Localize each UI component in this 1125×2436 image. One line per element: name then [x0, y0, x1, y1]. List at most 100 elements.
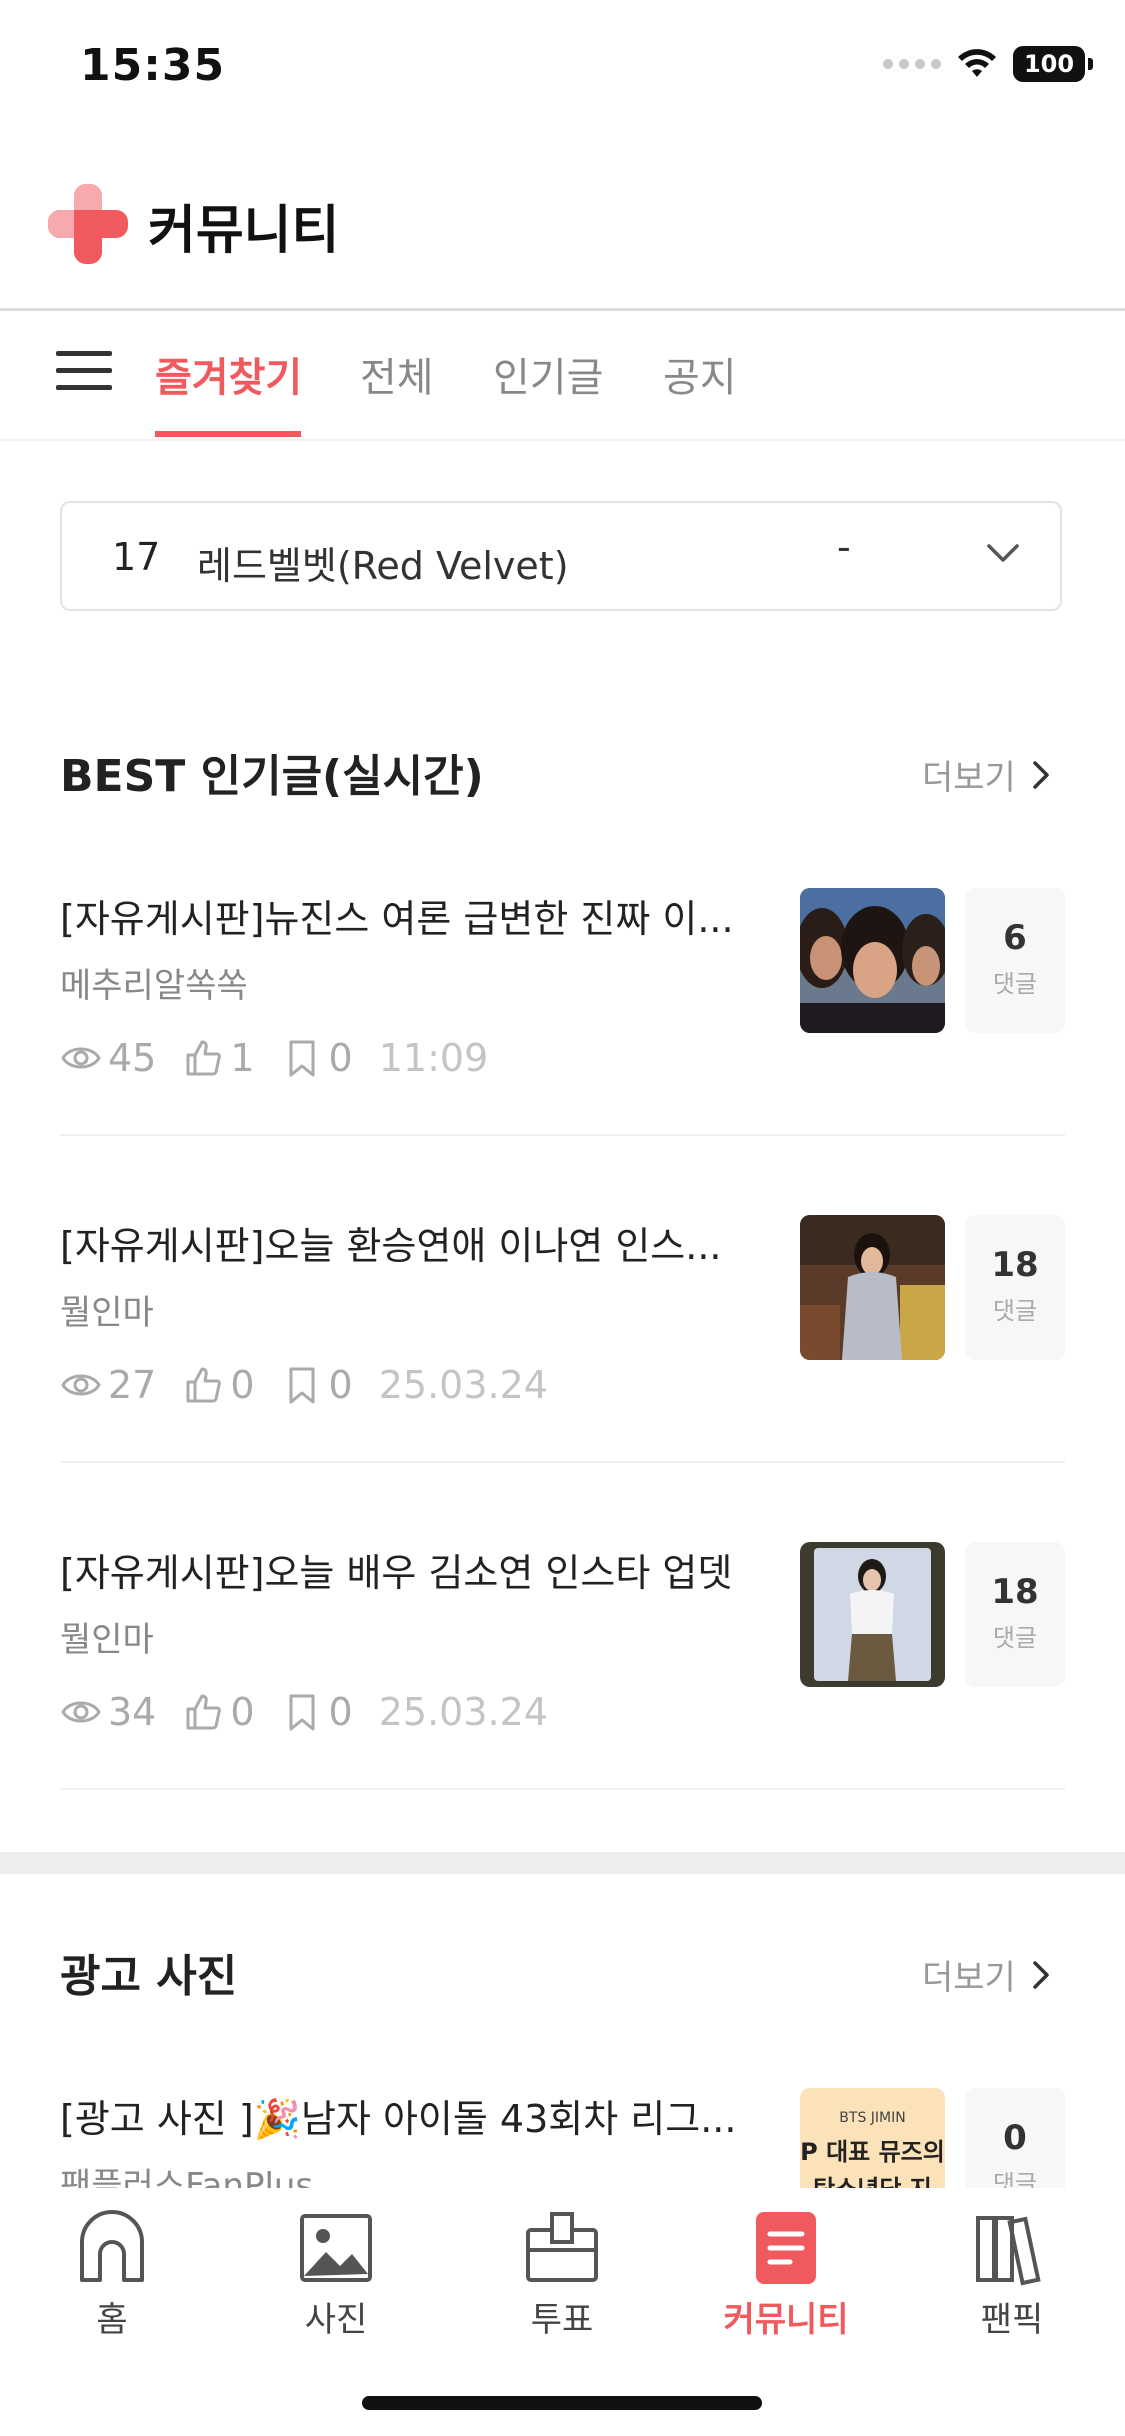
post-item[interactable]: [자유게시판]오늘 배우 김소연 인스타 업뎃 뭘인마 34 0 0 25.03…: [60, 1542, 1065, 1842]
page: 15:35 100 커뮤니티 즐겨찾기 전체 인기글 공지 17 레드벨벳(Re…: [0, 0, 1125, 2436]
post-divider: [60, 1788, 1065, 1790]
status-indicators: 100: [883, 46, 1093, 82]
ad-section-title: 광고 사진: [60, 1951, 238, 2002]
post-stats: 45 1 0 11:09: [60, 1036, 488, 1080]
bookmarks-stat: 0: [281, 1363, 353, 1407]
active-tab-indicator: [155, 431, 301, 437]
vote-icon: [526, 2212, 598, 2282]
post-time: 11:09: [378, 1036, 489, 1080]
thumbs-up-icon: [186, 1694, 222, 1730]
chevron-right-icon: [1033, 1960, 1049, 1989]
more-label: 더보기: [922, 1958, 1016, 1998]
comment-label: 댓글: [992, 1297, 1038, 1325]
ad-more-link[interactable]: 더보기: [922, 1950, 1050, 1999]
section-separator: [0, 1852, 1125, 1874]
comment-count-box: 18 댓글: [965, 1215, 1065, 1360]
comment-count: 18: [991, 1245, 1039, 1285]
bookmarks-stat: 0: [281, 1036, 353, 1080]
app-header: 커뮤니티: [0, 160, 1125, 310]
wifi-icon: [958, 49, 996, 77]
tab-favorites[interactable]: 즐겨찾기: [155, 345, 302, 403]
tab-bar: 즐겨찾기 전체 인기글 공지: [0, 311, 1125, 441]
comment-label: 댓글: [992, 970, 1038, 998]
likes-stat: 0: [182, 1363, 255, 1407]
post-title: [자유게시판]오늘 환승연애 이나연 인스...: [60, 1224, 722, 1268]
post-time: 25.03.24: [378, 1690, 548, 1734]
battery-icon: 100: [1013, 46, 1093, 82]
tab-all[interactable]: 전체: [360, 345, 434, 403]
chevron-down-icon: [987, 544, 1019, 562]
nav-fanfic[interactable]: 팬픽: [942, 2208, 1082, 2341]
eye-icon: [61, 1701, 101, 1723]
views-stat: 34: [60, 1690, 156, 1734]
comment-count: 6: [1003, 918, 1027, 958]
selector-rank: 17: [112, 535, 161, 579]
likes-count: 1: [230, 1036, 255, 1080]
nav-label: 홈: [96, 2300, 128, 2340]
nav-home[interactable]: 홈: [42, 2208, 182, 2341]
views-stat: 45: [60, 1036, 156, 1080]
thumbnail-text: BTS JIMIN: [839, 2110, 906, 2126]
home-icon: [80, 2210, 144, 2282]
bookmarks-count: 0: [328, 1363, 353, 1407]
nav-community[interactable]: 커뮤니티: [716, 2208, 856, 2341]
eye-icon: [61, 1047, 101, 1069]
views-count: 27: [108, 1363, 157, 1407]
post-stats: 27 0 0 25.03.24: [60, 1363, 548, 1407]
tab-popular[interactable]: 인기글: [493, 345, 603, 403]
best-section-title: BEST 인기글(실시간): [60, 751, 484, 802]
bookmark-icon: [289, 1367, 315, 1404]
thumbs-up-icon: [186, 1367, 222, 1403]
status-time: 15:35: [80, 40, 226, 91]
likes-count: 0: [230, 1690, 255, 1734]
home-indicator: [362, 2396, 762, 2410]
post-item[interactable]: [자유게시판]뉴진스 여론 급변한 진짜 이... 메추리알쏙쏙 45 1 0 …: [60, 888, 1065, 1188]
post-divider: [60, 1461, 1065, 1463]
nav-vote[interactable]: 투표: [492, 2208, 632, 2341]
selector-extra: -: [837, 525, 851, 569]
more-label: 더보기: [922, 758, 1016, 798]
tab-notice[interactable]: 공지: [663, 345, 737, 403]
fanfic-icon: [976, 2216, 1041, 2286]
nav-photo[interactable]: 사진: [266, 2208, 406, 2341]
cellular-signal-icon: [883, 59, 941, 69]
views-count: 34: [108, 1690, 157, 1734]
post-item[interactable]: [자유게시판]오늘 환승연애 이나연 인스... 뭘인마 27 0 0 25.0…: [60, 1215, 1065, 1515]
bookmarks-stat: 0: [281, 1690, 353, 1734]
post-time: 25.03.24: [378, 1363, 548, 1407]
comment-count-box: 18 댓글: [965, 1542, 1065, 1687]
post-thumbnail: [800, 888, 945, 1033]
bookmarks-count: 0: [328, 1036, 353, 1080]
chevron-right-icon: [1033, 760, 1049, 789]
bookmark-icon: [289, 1694, 315, 1731]
app-logo-icon: [48, 184, 128, 264]
bookmark-icon: [289, 1040, 315, 1077]
thumbnail-text: P 대표 뮤즈의: [800, 2138, 945, 2166]
comment-count: 18: [991, 1572, 1039, 1612]
post-author: 뭘인마: [60, 1620, 154, 1660]
nav-label: 팬픽: [980, 2300, 1044, 2340]
post-thumbnail: [800, 1542, 945, 1687]
nav-label: 커뮤니티: [723, 2300, 849, 2340]
comment-label: 댓글: [992, 1624, 1038, 1652]
best-more-link[interactable]: 더보기: [922, 750, 1050, 799]
post-author: 뭘인마: [60, 1293, 154, 1333]
menu-button[interactable]: [56, 351, 112, 395]
likes-stat: 0: [182, 1690, 255, 1734]
post-title: [광고 사진 ]🎉남자 아이돌 43회차 리그...: [60, 2097, 737, 2141]
likes-count: 0: [230, 1363, 255, 1407]
post-title: [자유게시판]뉴진스 여론 급변한 진짜 이...: [60, 897, 734, 941]
selector-name: 레드벨벳(Red Velvet): [197, 544, 569, 588]
likes-stat: 1: [182, 1036, 255, 1080]
thumbs-up-icon: [186, 1040, 222, 1076]
page-title: 커뮤니티: [148, 201, 340, 261]
views-stat: 27: [60, 1363, 156, 1407]
nav-label: 사진: [304, 2300, 368, 2340]
comment-count: 0: [1003, 2118, 1027, 2158]
views-count: 45: [108, 1036, 157, 1080]
group-selector[interactable]: 17 레드벨벳(Red Velvet) -: [60, 501, 1062, 611]
nav-label: 투표: [530, 2300, 594, 2340]
photo-icon: [300, 2214, 372, 2282]
bookmarks-count: 0: [328, 1690, 353, 1734]
eye-icon: [61, 1374, 101, 1396]
